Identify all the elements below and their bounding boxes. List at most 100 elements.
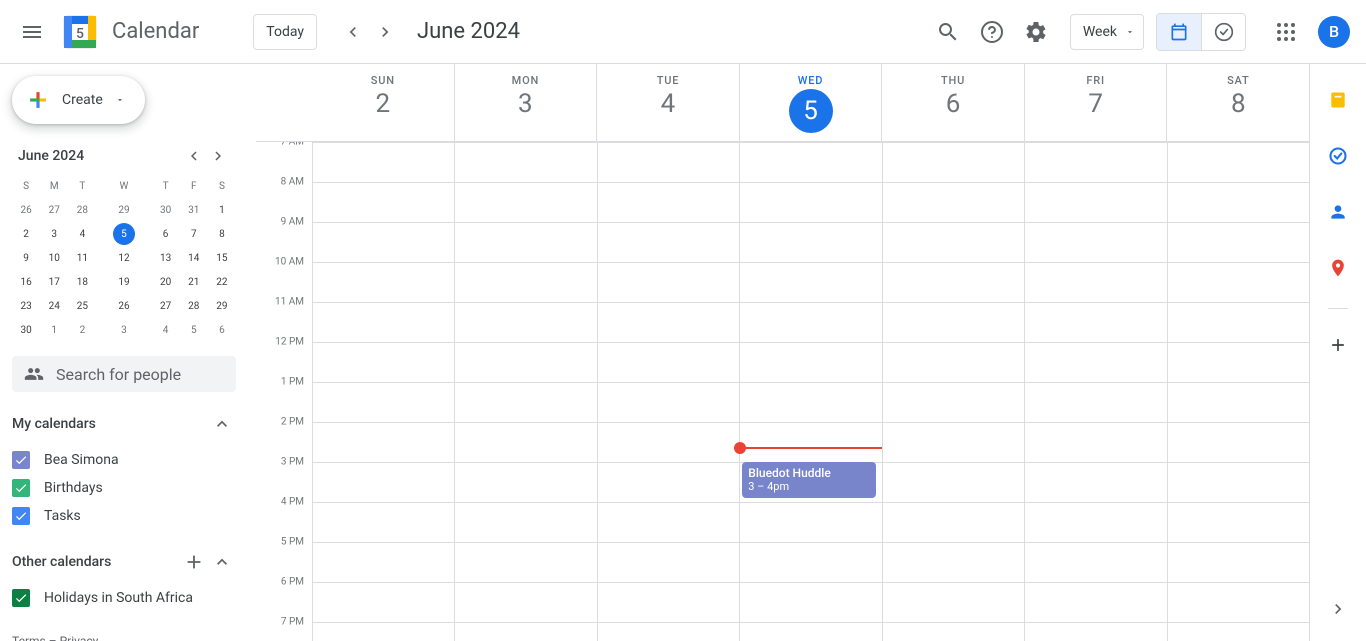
week-grid: SUN 2 MON 3 TUE 4 WED 5 THU 6 FRI 7 SAT … bbox=[256, 64, 1310, 641]
next-week-button[interactable] bbox=[369, 16, 401, 48]
mini-cal-day[interactable]: 7 bbox=[180, 222, 208, 246]
other-calendars-toggle[interactable]: Other calendars bbox=[12, 548, 236, 576]
maps-icon[interactable] bbox=[1318, 248, 1358, 288]
day-header[interactable]: MON 3 bbox=[454, 64, 597, 141]
search-button[interactable] bbox=[928, 12, 968, 52]
mini-cal-day[interactable]: 22 bbox=[208, 270, 236, 294]
mini-cal-day[interactable]: 23 bbox=[12, 294, 40, 318]
google-apps-button[interactable] bbox=[1266, 12, 1306, 52]
terms-link[interactable]: Terms bbox=[12, 634, 46, 641]
calendar-item[interactable]: Birthdays bbox=[12, 474, 236, 502]
get-addons-button[interactable] bbox=[1318, 325, 1358, 365]
calendar-event[interactable]: Bluedot Huddle 3 – 4pm bbox=[742, 462, 875, 498]
mini-cal-day[interactable]: 5 bbox=[96, 222, 151, 246]
day-column[interactable]: Bluedot Huddle 3 – 4pm bbox=[739, 142, 881, 641]
mini-cal-day[interactable]: 21 bbox=[180, 270, 208, 294]
mini-cal-day[interactable]: 9 bbox=[12, 246, 40, 270]
mini-cal-day[interactable]: 28 bbox=[68, 198, 96, 222]
prev-week-button[interactable] bbox=[337, 16, 369, 48]
day-header[interactable]: WED 5 bbox=[739, 64, 882, 141]
hide-side-panel-button[interactable] bbox=[1318, 589, 1358, 629]
day-header[interactable]: SUN 2 bbox=[312, 64, 454, 141]
support-button[interactable] bbox=[972, 12, 1012, 52]
mini-cal-day[interactable]: 8 bbox=[208, 222, 236, 246]
checkbox-icon[interactable] bbox=[12, 507, 30, 525]
add-calendar-button[interactable] bbox=[180, 548, 208, 576]
mini-cal-day[interactable]: 29 bbox=[96, 198, 151, 222]
calendar-item[interactable]: Holidays in South Africa bbox=[12, 584, 236, 612]
header: 5 Calendar Today June 2024 Week B bbox=[0, 0, 1366, 64]
footer-links: Terms – Privacy bbox=[12, 634, 236, 641]
keep-icon[interactable] bbox=[1318, 80, 1358, 120]
mini-cal-day[interactable]: 18 bbox=[68, 270, 96, 294]
checkbox-icon[interactable] bbox=[12, 589, 30, 607]
tasks-icon[interactable] bbox=[1318, 136, 1358, 176]
calendar-item[interactable]: Tasks bbox=[12, 502, 236, 530]
day-column[interactable] bbox=[882, 142, 1024, 641]
mini-cal-day[interactable]: 25 bbox=[68, 294, 96, 318]
mini-cal-day[interactable]: 1 bbox=[40, 318, 68, 342]
mini-prev-button[interactable] bbox=[182, 144, 206, 168]
my-calendars-toggle[interactable]: My calendars bbox=[12, 410, 236, 438]
mini-cal-day[interactable]: 15 bbox=[208, 246, 236, 270]
mini-cal-day[interactable]: 13 bbox=[152, 246, 180, 270]
mini-cal-day[interactable]: 14 bbox=[180, 246, 208, 270]
mini-cal-day[interactable]: 17 bbox=[40, 270, 68, 294]
mini-cal-day[interactable]: 12 bbox=[96, 246, 151, 270]
day-column[interactable] bbox=[1167, 142, 1309, 641]
day-column[interactable] bbox=[312, 142, 454, 641]
mini-cal-day[interactable]: 3 bbox=[40, 222, 68, 246]
mini-cal-day[interactable]: 6 bbox=[208, 318, 236, 342]
mini-cal-day[interactable]: 4 bbox=[152, 318, 180, 342]
mini-cal-day[interactable]: 26 bbox=[96, 294, 151, 318]
mini-cal-day[interactable]: 1 bbox=[208, 198, 236, 222]
mini-cal-day[interactable]: 16 bbox=[12, 270, 40, 294]
mini-cal-day[interactable]: 5 bbox=[180, 318, 208, 342]
caret-down-icon bbox=[1125, 27, 1135, 37]
mini-cal-day[interactable]: 29 bbox=[208, 294, 236, 318]
mini-cal-day[interactable]: 20 bbox=[152, 270, 180, 294]
tasks-tab[interactable] bbox=[1201, 14, 1245, 50]
mini-cal-day[interactable]: 30 bbox=[152, 198, 180, 222]
mini-cal-day[interactable]: 30 bbox=[12, 318, 40, 342]
day-header[interactable]: SAT 8 bbox=[1166, 64, 1309, 141]
calendar-tab[interactable] bbox=[1157, 14, 1201, 50]
day-header[interactable]: FRI 7 bbox=[1024, 64, 1167, 141]
mini-next-button[interactable] bbox=[206, 144, 230, 168]
create-button[interactable]: Create bbox=[12, 76, 145, 124]
mini-cal-day[interactable]: 26 bbox=[12, 198, 40, 222]
settings-button[interactable] bbox=[1016, 12, 1056, 52]
checkbox-icon[interactable] bbox=[12, 451, 30, 469]
checkbox-icon[interactable] bbox=[12, 479, 30, 497]
mini-cal-day[interactable]: 2 bbox=[68, 318, 96, 342]
day-column[interactable] bbox=[1024, 142, 1166, 641]
day-column[interactable] bbox=[454, 142, 596, 641]
hour-label: 11 AM bbox=[275, 297, 304, 308]
mini-cal-day[interactable]: 19 bbox=[96, 270, 151, 294]
plus-icon bbox=[24, 86, 52, 114]
view-switcher[interactable]: Week bbox=[1070, 14, 1144, 50]
caret-down-icon bbox=[115, 95, 125, 105]
day-column[interactable] bbox=[597, 142, 739, 641]
contacts-icon[interactable] bbox=[1318, 192, 1358, 232]
calendar-item[interactable]: Bea Simona bbox=[12, 446, 236, 474]
mini-cal-day[interactable]: 6 bbox=[152, 222, 180, 246]
mini-cal-day[interactable]: 3 bbox=[96, 318, 151, 342]
mini-cal-day[interactable]: 2 bbox=[12, 222, 40, 246]
mini-cal-day[interactable]: 28 bbox=[180, 294, 208, 318]
mini-cal-day[interactable]: 27 bbox=[152, 294, 180, 318]
today-button[interactable]: Today bbox=[253, 14, 317, 50]
day-header[interactable]: THU 6 bbox=[881, 64, 1024, 141]
mini-cal-day[interactable]: 31 bbox=[180, 198, 208, 222]
search-people-input[interactable]: Search for people bbox=[12, 356, 236, 392]
mini-cal-day[interactable]: 4 bbox=[68, 222, 96, 246]
account-avatar[interactable]: B bbox=[1318, 16, 1350, 48]
day-header[interactable]: TUE 4 bbox=[596, 64, 739, 141]
mini-cal-day[interactable]: 11 bbox=[68, 246, 96, 270]
privacy-link[interactable]: Privacy bbox=[60, 634, 99, 641]
mini-cal-day[interactable]: 27 bbox=[40, 198, 68, 222]
hour-label: 10 AM bbox=[275, 257, 304, 268]
main-menu-button[interactable] bbox=[8, 8, 56, 56]
mini-cal-day[interactable]: 10 bbox=[40, 246, 68, 270]
mini-cal-day[interactable]: 24 bbox=[40, 294, 68, 318]
